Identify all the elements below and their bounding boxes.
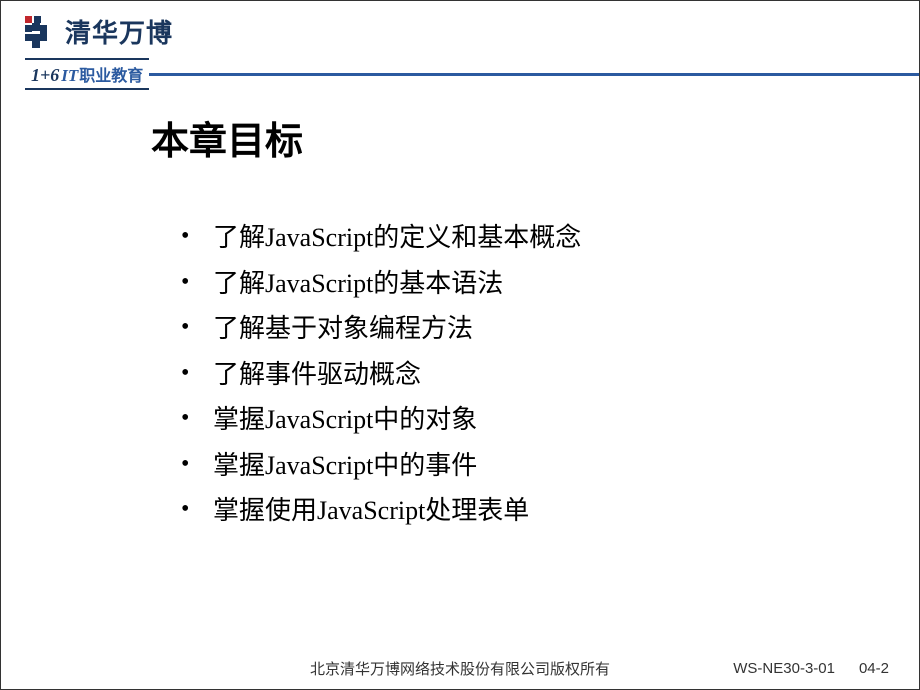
logo-area: 清华万博 [25, 13, 919, 50]
list-item: 了解事件驱动概念 [181, 352, 859, 398]
company-name: 清华万博 [65, 13, 173, 50]
list-item: 掌握JavaScript中的对象 [181, 397, 859, 443]
divider-line [149, 73, 919, 76]
subtitle-bar: 1+6 IT 职业教育 [25, 58, 919, 90]
list-item: 掌握使用JavaScript处理表单 [181, 488, 859, 534]
subtitle-box: 1+6 IT 职业教育 [25, 58, 149, 90]
slide-container: 清华万博 1+6 IT 职业教育 本章目标 了解JavaScript的定义和基本… [0, 0, 920, 690]
subtitle-prefix: 1+6 [31, 65, 59, 86]
subtitle-it: IT [61, 66, 78, 86]
footer-right: WS-NE30-3-01 04-2 [733, 660, 889, 677]
doc-code: WS-NE30-3-01 [733, 660, 835, 677]
slide-footer: 北京清华万博网络技术股份有限公司版权所有 WS-NE30-3-01 04-2 [1, 660, 919, 677]
bullet-list: 了解JavaScript的定义和基本概念 了解JavaScript的基本语法 了… [151, 215, 859, 534]
company-logo-icon [25, 16, 57, 48]
list-item: 了解JavaScript的基本语法 [181, 261, 859, 307]
footer-copyright: 北京清华万博网络技术股份有限公司版权所有 [310, 658, 610, 679]
subtitle-cn: 职业教育 [79, 62, 143, 86]
slide-title: 本章目标 [151, 110, 859, 165]
list-item: 掌握JavaScript中的事件 [181, 443, 859, 489]
slide-content: 本章目标 了解JavaScript的定义和基本概念 了解JavaScript的基… [1, 90, 919, 534]
list-item: 了解基于对象编程方法 [181, 306, 859, 352]
list-item: 了解JavaScript的定义和基本概念 [181, 215, 859, 261]
page-number: 04-2 [859, 660, 889, 677]
slide-header: 清华万博 1+6 IT 职业教育 [1, 1, 919, 90]
